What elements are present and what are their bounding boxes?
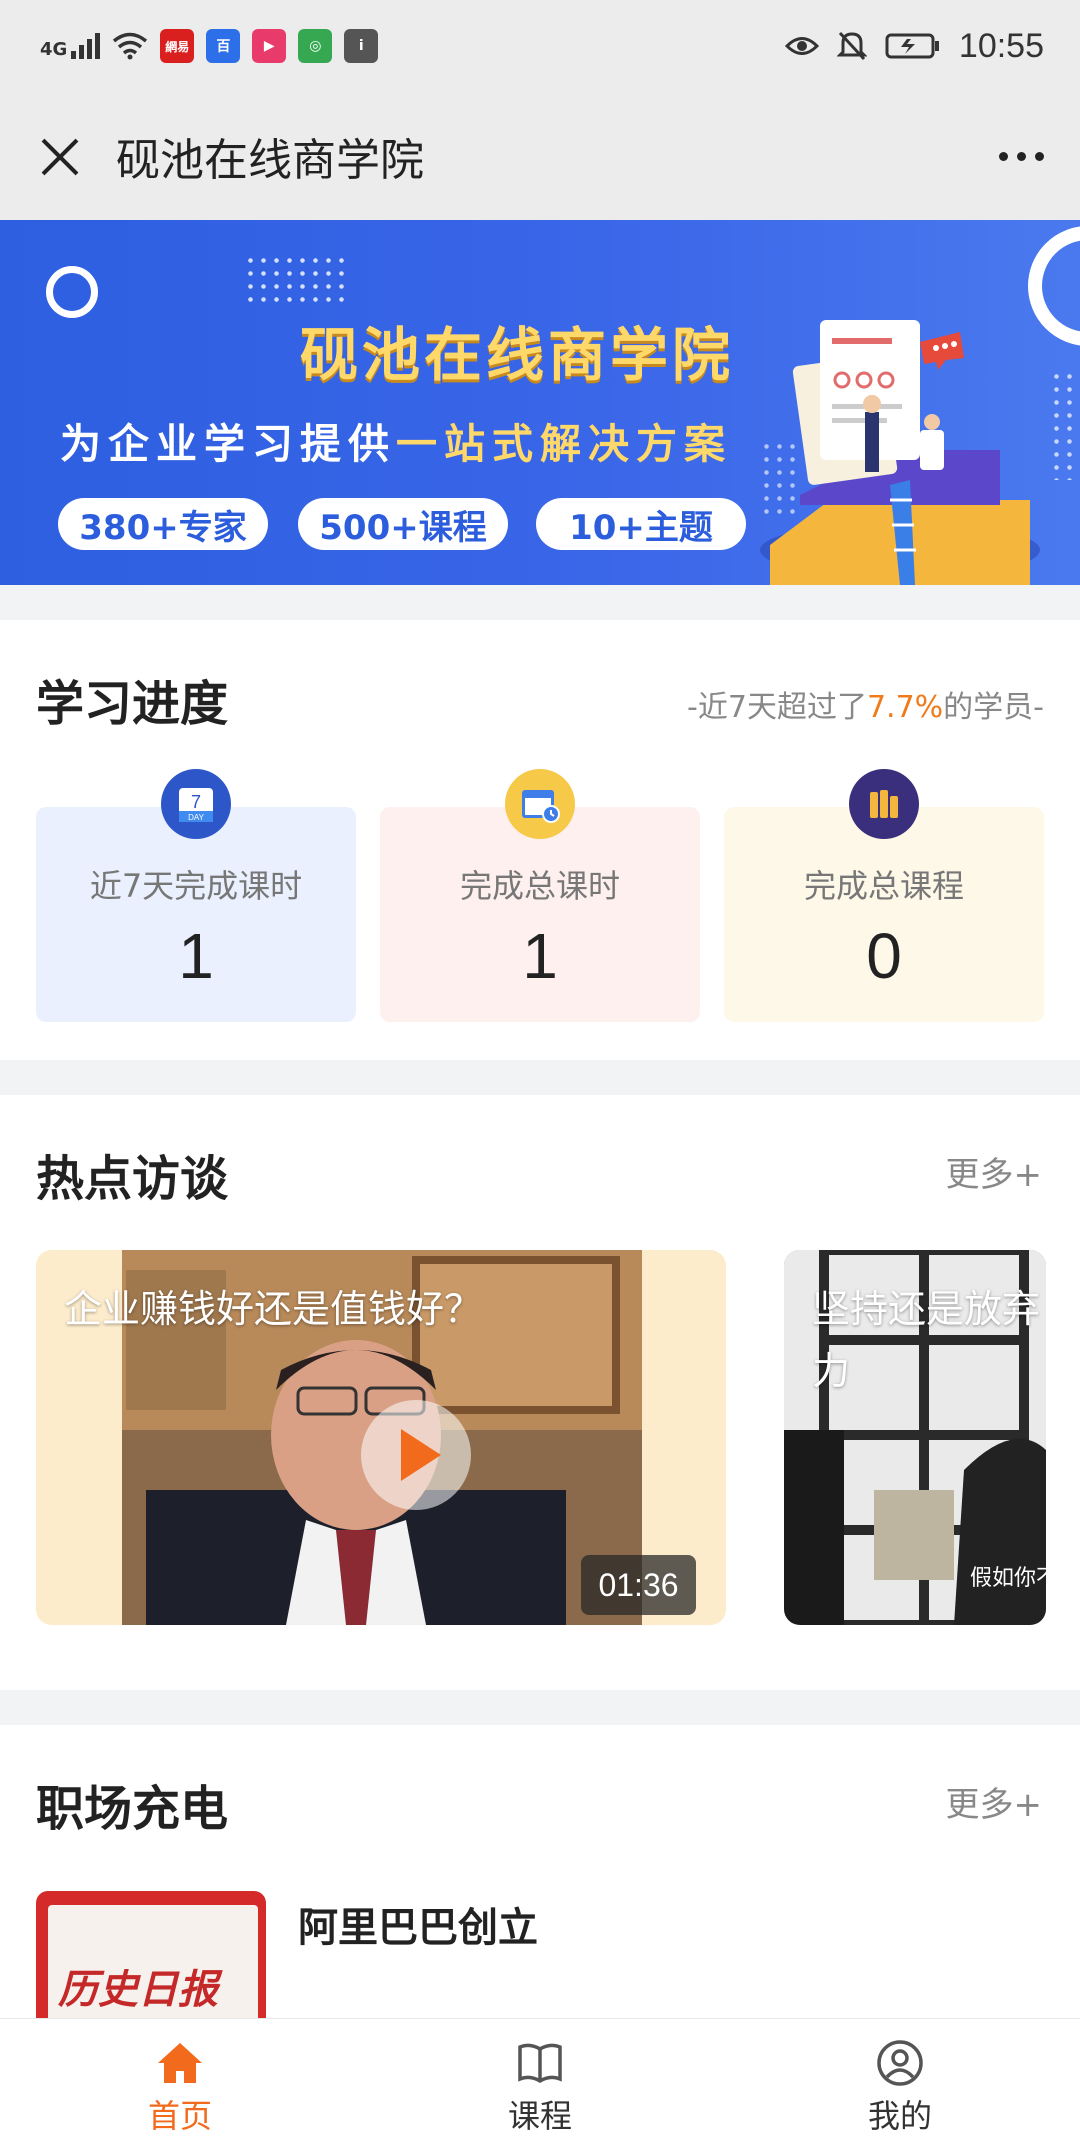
progress-card-value: 1 <box>178 920 214 992</box>
career-section: 职场充电 更多+ 历史日报 阿里巴巴创立 <box>0 1725 1080 2018</box>
progress-ranking-note: -近7天超过了7.7%的学员- <box>687 690 1044 725</box>
progress-card-weekly-hours[interactable]: 7 DAY 近7天完成课时 1 <box>36 769 356 1022</box>
video-title: 坚持还是放弃 <box>812 1287 1041 1331</box>
bottom-nav: 首页 课程 我的 <box>0 2018 1080 2154</box>
battery-icon <box>885 33 939 59</box>
clock: 10:55 <box>958 26 1044 65</box>
banner-pill-experts: 380+专家 <box>58 498 268 550</box>
course-thumbnail-text: 历史日报 <box>58 1966 218 2013</box>
course-title: 阿里巴巴创立 <box>298 1905 538 1951</box>
progress-card-total-courses[interactable]: 完成总课程 0 <box>724 769 1044 1022</box>
eye-icon <box>784 37 819 55</box>
nav-item-profile[interactable]: 我的 <box>720 2019 1080 2154</box>
books-icon <box>849 769 919 839</box>
nav-label: 首页 <box>147 2097 212 2135</box>
more-options-button[interactable] <box>999 142 1044 171</box>
page-title: 砚池在线商学院 <box>116 135 424 186</box>
decorative-dots <box>1050 370 1080 480</box>
course-thumbnail: 历史日报 <box>36 1891 266 2018</box>
progress-card-value: 0 <box>866 920 902 992</box>
video-duration: 01:36 <box>581 1555 696 1615</box>
nav-item-home[interactable]: 首页 <box>0 2019 360 2154</box>
banner-illustration <box>760 320 1040 585</box>
nav-item-courses[interactable]: 课程 <box>360 2019 720 2154</box>
decorative-dots <box>244 254 348 304</box>
banner-subtitle: 为企业学习提供一站式解决方案 <box>60 420 732 468</box>
netease-news-app-icon: 網易 <box>160 29 195 63</box>
network-type: 4G <box>40 39 68 60</box>
decorative-ring <box>46 266 98 318</box>
progress-card-label: 完成总课时 <box>459 867 620 905</box>
hero-banner[interactable]: 砚池在线商学院 为企业学习提供一站式解决方案 380+专家 500+课程 10+… <box>0 220 1080 585</box>
career-heading: 职场充电 <box>36 1781 229 1837</box>
list-item[interactable]: 历史日报 阿里巴巴创立 <box>36 1891 1046 2018</box>
status-left: 4G 網易 百 ▶ ◎ i <box>40 29 379 63</box>
user-icon <box>877 2040 923 2086</box>
wifi-icon <box>113 32 148 60</box>
calendar-clock-icon <box>505 769 575 839</box>
play-icon[interactable] <box>361 1400 471 1510</box>
interviews-heading: 热点访谈 <box>36 1151 229 1207</box>
video-card[interactable]: 企业赚钱好还是值钱好？ 01:36 <box>36 1250 726 1625</box>
signal-icon <box>71 33 101 59</box>
video-title: 企业赚钱好还是值钱好？ <box>64 1287 483 1331</box>
progress-card-value: 1 <box>522 920 558 992</box>
progress-card-label: 完成总课程 <box>803 867 964 905</box>
baidu-app-icon: 百 <box>206 29 241 63</box>
calendar-day-number: 7 <box>191 792 201 812</box>
nav-label: 我的 <box>867 2097 932 2135</box>
calendar-day-caption: DAY <box>188 813 205 822</box>
mute-bell-icon <box>836 31 867 61</box>
nav-label: 课程 <box>507 2097 572 2135</box>
close-button[interactable] <box>36 131 86 181</box>
video-card[interactable]: 坚持还是放弃 力 假如你不 <box>784 1250 1046 1625</box>
status-bar: 4G 網易 百 ▶ ◎ i 10:55 <box>0 0 1080 92</box>
video-caption: 假如你不 <box>970 1566 1046 1591</box>
banner-title: 砚池在线商学院 <box>300 321 735 389</box>
career-more-link[interactable]: 更多+ <box>946 1777 1043 1826</box>
progress-card-label: 近7天完成课时 <box>89 867 303 905</box>
title-bar: 砚池在线商学院 <box>0 92 1080 220</box>
info-app-icon: i <box>344 29 379 63</box>
calendar-day-icon: 7 DAY <box>161 769 231 839</box>
progress-heading: 学习进度 <box>36 676 229 732</box>
progress-card-total-hours[interactable]: 完成总课时 1 <box>380 769 700 1022</box>
banner-pill-courses: 500+课程 <box>298 498 508 550</box>
browser-app-icon: ◎ <box>298 29 333 63</box>
status-right: 10:55 <box>784 26 1044 66</box>
video-title-line2: 力 <box>812 1349 851 1393</box>
interviews-section: 热点访谈 更多+ 企业赚钱好还是值钱好？ 01:36 坚持还是放弃 力 假如你 <box>0 1095 1080 1690</box>
book-icon <box>518 2043 562 2084</box>
banner-pill-topics: 10+主题 <box>536 498 746 550</box>
youku-app-icon: ▶ <box>252 29 287 63</box>
home-icon <box>158 2043 202 2083</box>
interviews-more-link[interactable]: 更多+ <box>946 1147 1043 1196</box>
progress-section: 学习进度 -近7天超过了7.7%的学员- 7 DAY 近7天完成课时 1 完成总… <box>0 620 1080 1060</box>
